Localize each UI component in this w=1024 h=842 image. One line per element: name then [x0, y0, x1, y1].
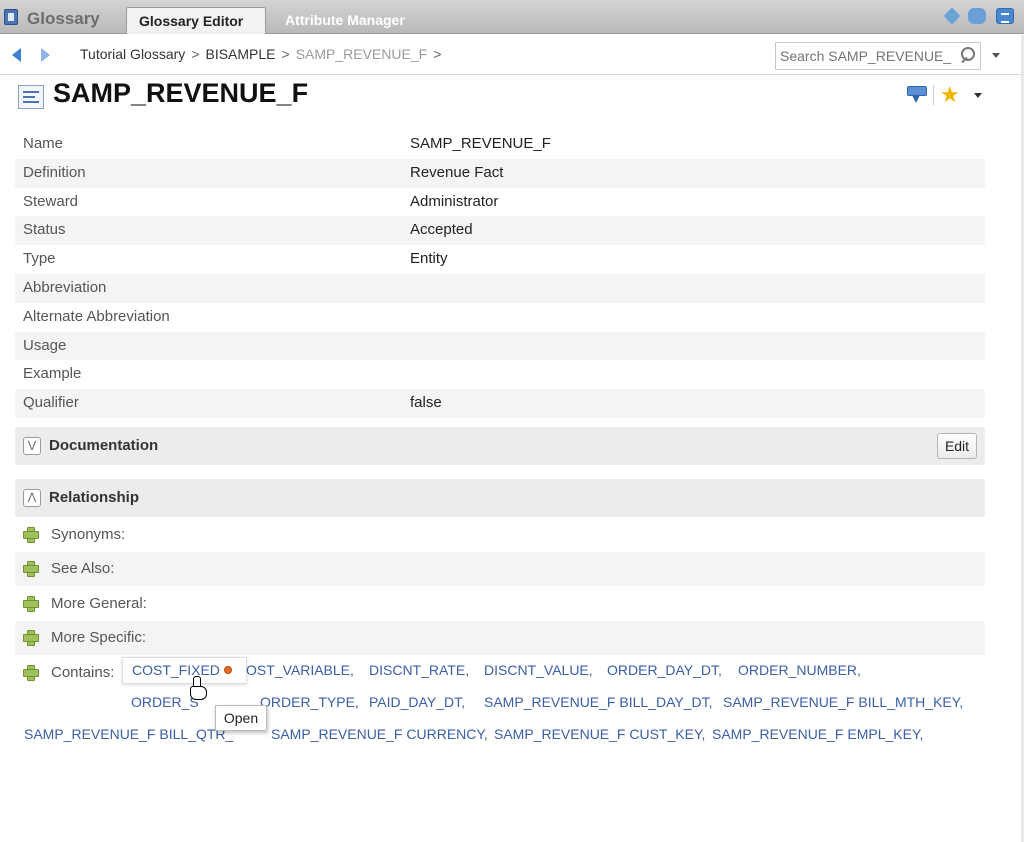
- property-row: Type Entity: [15, 245, 985, 274]
- property-label: Example: [23, 365, 82, 383]
- collapse-relationship-icon[interactable]: ⋀: [23, 489, 41, 507]
- property-row: Qualifier false: [15, 389, 985, 418]
- contains-link[interactable]: ORDER_NUMBER,: [738, 662, 861, 678]
- property-label: Status: [23, 221, 66, 239]
- contains-link[interactable]: DISCNT_RATE,: [369, 662, 469, 678]
- property-row: Abbreviation: [15, 273, 985, 303]
- property-value: false: [410, 394, 442, 412]
- navigation-bar: Tutorial Glossary > BISAMPLE > SAMP_REVENUE_…: [0, 35, 1024, 75]
- edit-documentation-button[interactable]: Edit: [937, 433, 977, 459]
- hand-cursor-icon: [189, 676, 207, 700]
- export-icon[interactable]: [905, 86, 927, 104]
- relationship-title: Relationship: [49, 489, 140, 506]
- relationship-label: See Also:: [51, 560, 115, 577]
- relationship-row-more-general: More General:: [15, 587, 985, 621]
- status-dot-icon: [224, 666, 232, 674]
- property-value: Administrator: [410, 192, 499, 210]
- relationship-label: Contains:: [51, 664, 115, 681]
- relationship-row-synonyms: Synonyms:: [15, 518, 985, 552]
- relationship-label: More General:: [51, 595, 147, 612]
- add-see-also-icon[interactable]: [23, 561, 39, 577]
- contains-link[interactable]: ORDER_DAY_DT,: [607, 662, 722, 678]
- title-bar: Glossary Glossary Editor Attribute Manag…: [0, 0, 1024, 34]
- property-row: Example: [15, 360, 985, 389]
- search-input[interactable]: [776, 43, 956, 69]
- property-label: Abbreviation: [23, 278, 107, 296]
- breadcrumb: Tutorial Glossary > BISAMPLE > SAMP_REVENUE_…: [80, 46, 447, 62]
- breadcrumb-item-current: SAMP_REVENUE_F: [295, 46, 428, 62]
- contains-link[interactable]: SAMP_REVENUE_F CURRENCY,: [271, 726, 488, 742]
- property-label: Definition: [23, 163, 86, 181]
- property-row: Steward Administrator: [15, 188, 985, 217]
- documentation-title: Documentation: [49, 437, 159, 454]
- breadcrumb-item-tutorial-glossary[interactable]: Tutorial Glossary: [80, 46, 185, 62]
- property-row: Status Accepted: [15, 216, 985, 246]
- breadcrumb-separator: >: [191, 46, 200, 62]
- header-actions: ★: [905, 84, 982, 106]
- contains-link[interactable]: SAMP_REVENUE_F BILL_QTR_: [24, 726, 233, 742]
- page-title: SAMP_REVENUE_F: [53, 78, 309, 108]
- tab-attribute-manager[interactable]: Attribute Manager: [273, 7, 417, 34]
- relationship-row-more-specific: More Specific:: [15, 621, 985, 655]
- search-box: [775, 42, 981, 70]
- documentation-section-header: ⋁ Documentation Edit: [15, 427, 985, 465]
- add-contains-icon[interactable]: [23, 665, 39, 681]
- contains-link[interactable]: SAMP_REVENUE_F BILL_MTH_KEY,: [723, 694, 963, 710]
- open-tooltip[interactable]: Open: [215, 705, 267, 731]
- property-label: Type: [23, 250, 56, 268]
- hovered-link-chip: COST_FIXED: [122, 657, 247, 684]
- forward-arrow-icon[interactable]: [41, 48, 50, 62]
- favorite-star-icon[interactable]: ★: [940, 84, 960, 106]
- property-row: Usage: [15, 331, 985, 361]
- tab-glossary-editor[interactable]: Glossary Editor: [126, 7, 266, 34]
- divider: [933, 85, 934, 105]
- app-title: Glossary: [27, 9, 100, 28]
- contains-link[interactable]: SAMP_REVENUE_F EMPL_KEY,: [712, 726, 923, 742]
- search-options-chevron-down-icon[interactable]: [992, 53, 1000, 58]
- property-label: Steward: [23, 192, 79, 210]
- contains-link[interactable]: SAMP_REVENUE_F BILL_DAY_DT,: [484, 694, 713, 710]
- contains-link[interactable]: OST_VARIABLE,: [246, 662, 354, 678]
- favorites-chevron-down-icon[interactable]: [973, 92, 982, 98]
- property-row: Alternate Abbreviation: [15, 303, 985, 332]
- property-value: SAMP_REVENUE_F: [410, 135, 551, 152]
- property-label: Name: [23, 135, 64, 152]
- glossary-app-icon: [4, 9, 18, 25]
- property-label: Qualifier: [23, 394, 79, 412]
- property-row: Definition Revenue Fact: [15, 158, 985, 188]
- property-value: Entity: [410, 250, 448, 268]
- contains-link[interactable]: ORDER_TYPE,: [260, 694, 359, 710]
- add-more-general-icon[interactable]: [23, 596, 39, 612]
- property-value: Accepted: [410, 221, 473, 239]
- contains-link[interactable]: SAMP_REVENUE_F CUST_KEY,: [494, 726, 705, 742]
- relationship-section-header: ⋀ Relationship: [15, 479, 985, 517]
- property-label: Usage: [23, 336, 67, 354]
- comments-icon[interactable]: [968, 8, 986, 24]
- breadcrumb-item-bisample[interactable]: BISAMPLE: [205, 46, 275, 62]
- property-value: Revenue Fact: [410, 163, 504, 181]
- contains-link[interactable]: PAID_DAY_DT,: [369, 694, 465, 710]
- property-label: Alternate Abbreviation: [23, 307, 170, 325]
- menu-icon[interactable]: [996, 8, 1014, 24]
- properties-table: Name SAMP_REVENUE_F Definition Revenue Fac…: [15, 130, 985, 418]
- top-toolbar: [943, 7, 1014, 25]
- expand-documentation-icon[interactable]: ⋁: [23, 437, 41, 455]
- search-icon[interactable]: [958, 46, 978, 66]
- back-arrow-icon[interactable]: [12, 48, 21, 62]
- tag-icon[interactable]: [943, 7, 961, 25]
- property-row: Name SAMP_REVENUE_F: [15, 130, 985, 159]
- relationship-label: Synonyms:: [51, 526, 126, 543]
- breadcrumb-separator: >: [281, 46, 290, 62]
- add-synonym-icon[interactable]: [23, 527, 39, 543]
- relationship-row-see-also: See Also:: [15, 552, 985, 586]
- breadcrumb-trailing-separator: >: [433, 46, 442, 62]
- add-more-specific-icon[interactable]: [23, 630, 39, 646]
- contains-link[interactable]: DISCNT_VALUE,: [484, 662, 593, 678]
- document-icon: [18, 85, 44, 109]
- relationship-label: More Specific:: [51, 629, 147, 646]
